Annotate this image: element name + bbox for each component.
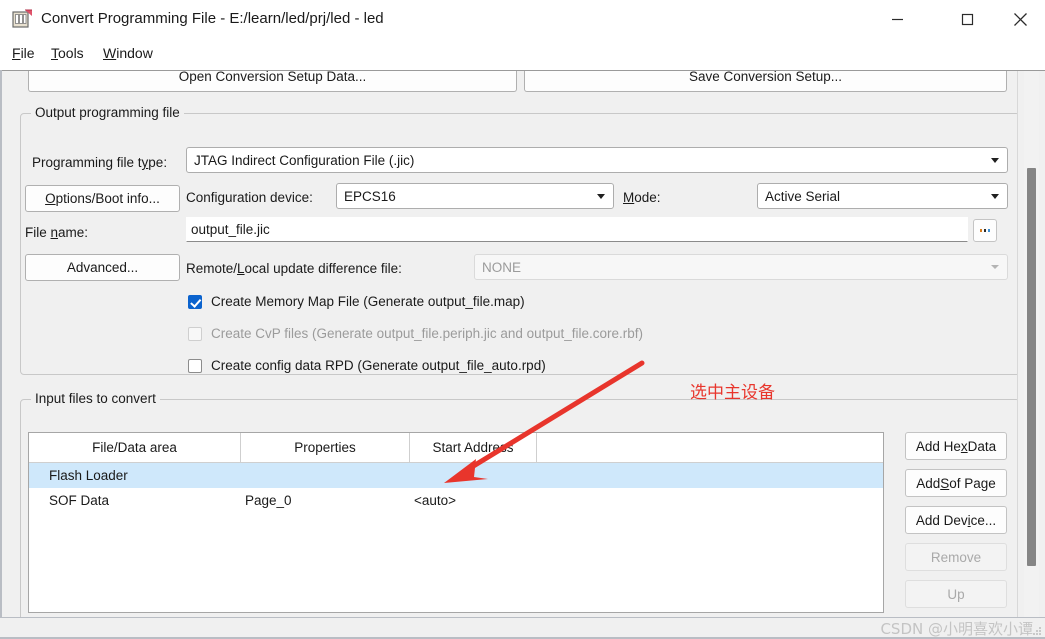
cell-start-address: <auto>: [414, 493, 457, 508]
watermark-text: CSDN @小明喜欢小谭: [880, 620, 1033, 638]
table-row[interactable]: SOF Data Page_0 <auto>: [29, 488, 883, 513]
vertical-scrollbar-thumb[interactable]: [1027, 168, 1036, 566]
scrollable-form-area: Open Conversion Setup Data... Save Conve…: [8, 71, 1017, 620]
window-left-edge: [0, 70, 2, 623]
window-title: Convert Programming File - E:/learn/led/…: [41, 10, 384, 27]
programming-file-icon: [12, 9, 33, 29]
remote-local-update-combo: NONE: [474, 254, 1008, 280]
create-memory-map-file-checkbox-row[interactable]: Create Memory Map File (Generate output_…: [188, 294, 525, 309]
mode-label: Mode:: [623, 190, 661, 205]
menu-tools-rest: ools: [58, 45, 84, 61]
chevron-down-icon: [991, 194, 999, 199]
create-memory-map-file-checkbox[interactable]: [188, 294, 202, 309]
output-group-legend: Output programming file: [31, 105, 184, 120]
configuration-device-value: EPCS16: [344, 188, 396, 204]
file-name-input[interactable]: output_file.jic: [186, 217, 968, 242]
menu-tools-mnemonic: T: [51, 45, 58, 61]
add-device-button[interactable]: Add Dev i ce...: [905, 506, 1007, 534]
file-name-browse-button[interactable]: [973, 219, 997, 242]
mode-value: Active Serial: [765, 188, 841, 204]
input-group-legend: Input files to convert: [31, 391, 160, 406]
menu-window-rest: indow: [116, 45, 153, 61]
input-files-table[interactable]: File/Data area Properties Start Address …: [28, 432, 884, 613]
cell-properties: Page_0: [245, 493, 292, 508]
remove-button: Remove: [905, 543, 1007, 571]
menu-bar: File Tools Window: [0, 38, 1045, 102]
menu-item-window[interactable]: Window: [99, 43, 157, 63]
cell-properties: [245, 463, 410, 488]
menu-file-rest: ile: [20, 45, 35, 61]
ellipsis-icon: [979, 229, 991, 232]
column-header-start-address[interactable]: Start Address: [410, 433, 537, 462]
column-header-properties[interactable]: Properties: [241, 433, 410, 462]
programming-file-type-combo[interactable]: JTAG Indirect Configuration File (.jic): [186, 147, 1008, 173]
chevron-down-icon: [991, 265, 999, 269]
mode-combo[interactable]: Active Serial: [757, 183, 1008, 209]
create-config-data-rpd-label: Create config data RPD (Generate output_…: [211, 358, 546, 373]
configuration-device-combo[interactable]: EPCS16: [336, 183, 614, 209]
vertical-scrollbar[interactable]: [1024, 71, 1039, 620]
options-boot-info-button[interactable]: Options/Boot info...: [25, 185, 180, 212]
remote-local-update-value: NONE: [482, 259, 522, 275]
minimize-button[interactable]: [874, 0, 920, 38]
cell-file-data-area: SOF Data: [49, 493, 110, 508]
chevron-down-icon: [597, 194, 605, 199]
menu-item-tools[interactable]: Tools: [47, 43, 88, 63]
column-header-file-data-area[interactable]: File/Data area: [29, 433, 241, 462]
callout-text: 选中主设备: [690, 383, 775, 403]
advanced-button[interactable]: Advanced...: [25, 254, 180, 281]
open-conversion-setup-data-button[interactable]: Open Conversion Setup Data...: [28, 71, 517, 92]
programming-file-type-label: Programming file type:: [32, 155, 168, 170]
create-cvp-files-checkbox-row: Create CvP files (Generate output_file.p…: [188, 326, 643, 341]
table-header-row: File/Data area Properties Start Address: [29, 433, 883, 463]
chevron-down-icon: [991, 158, 999, 163]
save-conversion-setup-button[interactable]: Save Conversion Setup...: [524, 71, 1007, 92]
menu-file-mnemonic: F: [12, 45, 21, 61]
convert-programming-file-window: Convert Programming File - E:/learn/led/…: [0, 0, 1045, 639]
menu-window-mnemonic: W: [103, 45, 117, 61]
create-memory-map-file-label: Create Memory Map File (Generate output_…: [211, 294, 525, 309]
cell-file-data-area: Flash Loader: [49, 468, 128, 483]
create-cvp-files-label: Create CvP files (Generate output_file.p…: [211, 326, 643, 341]
up-button: Up: [905, 580, 1007, 608]
table-row[interactable]: Flash Loader: [29, 463, 883, 488]
add-sof-page-button[interactable]: Add Sof Page: [905, 469, 1007, 497]
menu-item-file[interactable]: File: [8, 43, 39, 63]
scroll-separator: [1017, 71, 1018, 620]
close-button[interactable]: [1000, 0, 1040, 38]
file-name-label: File name:: [25, 225, 89, 240]
add-hex-data-button[interactable]: Add He x Data: [905, 432, 1007, 460]
remote-local-update-label: Remote/Local update difference file:: [186, 261, 402, 276]
create-config-data-rpd-checkbox-row[interactable]: Create config data RPD (Generate output_…: [188, 358, 546, 373]
resize-grip[interactable]: [1032, 626, 1042, 636]
maximize-button[interactable]: [944, 0, 990, 38]
title-bar: Convert Programming File - E:/learn/led/…: [0, 0, 1045, 39]
create-cvp-files-checkbox: [188, 326, 202, 341]
cell-start-address: [414, 463, 537, 488]
configuration-device-label: Configuration device:: [186, 190, 313, 205]
create-config-data-rpd-checkbox[interactable]: [188, 358, 202, 373]
programming-file-type-value: JTAG Indirect Configuration File (.jic): [194, 152, 415, 168]
